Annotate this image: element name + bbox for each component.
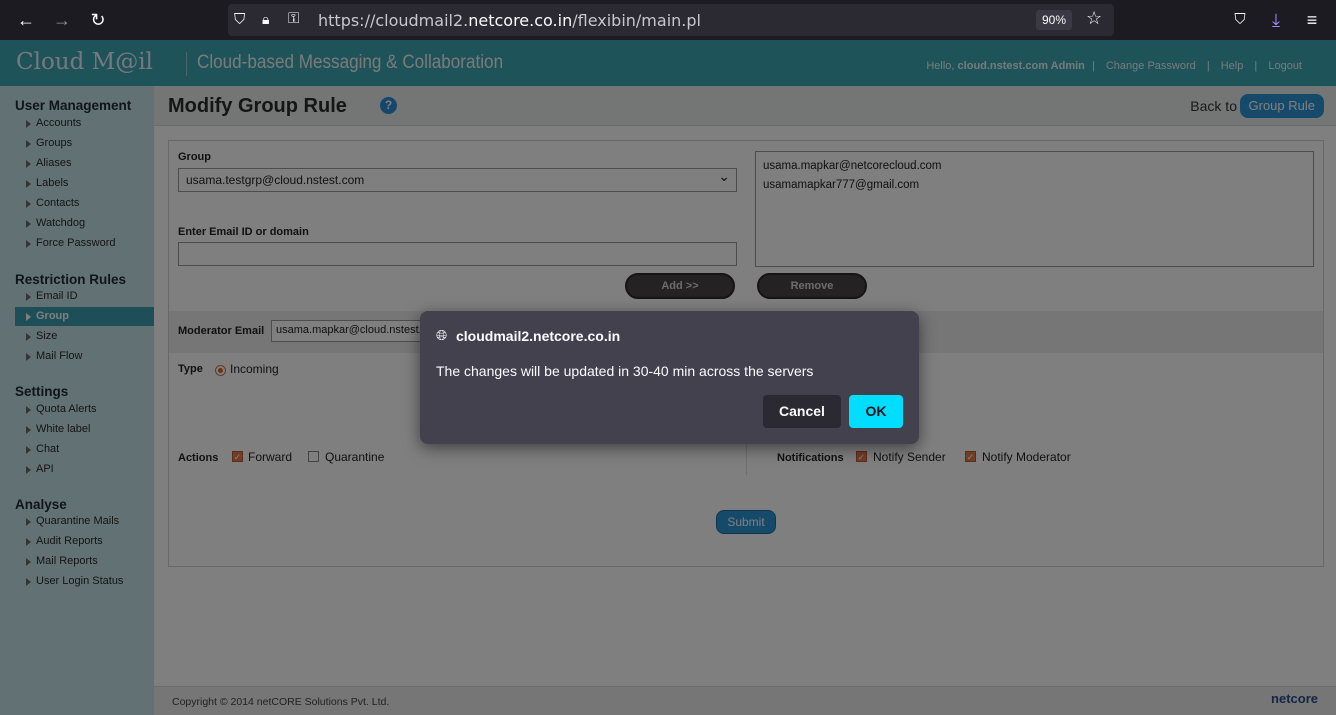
dialog-origin: cloudmail2.netcore.co.in [456, 328, 621, 344]
pocket-icon[interactable]: ⛉ [1228, 8, 1252, 32]
reload-icon[interactable]: ↻ [86, 8, 110, 32]
zoom-level[interactable]: 90% [1036, 10, 1072, 30]
key-icon[interactable]: ⚿ [288, 10, 299, 27]
star-icon[interactable]: ☆ [1086, 8, 1102, 29]
confirm-dialog: 🌐︎ cloudmail2.netcore.co.in The changes … [420, 311, 919, 444]
forward-icon[interactable]: → [50, 8, 74, 32]
address-bar[interactable]: ⛉ 🔒︎ ⚿ https://cloudmail2.netcore.co.in/… [228, 4, 1114, 36]
browser-toolbar: ← → ↻ ⛉ 🔒︎ ⚿ https://cloudmail2.netcore.… [0, 0, 1336, 40]
dialog-message: The changes will be updated in 30-40 min… [436, 363, 814, 379]
url-text[interactable]: https://cloudmail2.netcore.co.in/flexibi… [318, 11, 701, 30]
ok-button[interactable]: OK [849, 395, 903, 428]
menu-icon[interactable]: ≡ [1300, 8, 1324, 32]
back-icon[interactable]: ← [14, 8, 38, 32]
cancel-button[interactable]: Cancel [763, 395, 841, 428]
download-icon[interactable]: ⤓ [1264, 8, 1288, 32]
globe-icon: 🌐︎ [436, 327, 448, 343]
lock-icon[interactable]: 🔒︎ [262, 11, 269, 28]
shield-icon[interactable]: ⛉ [234, 11, 245, 28]
